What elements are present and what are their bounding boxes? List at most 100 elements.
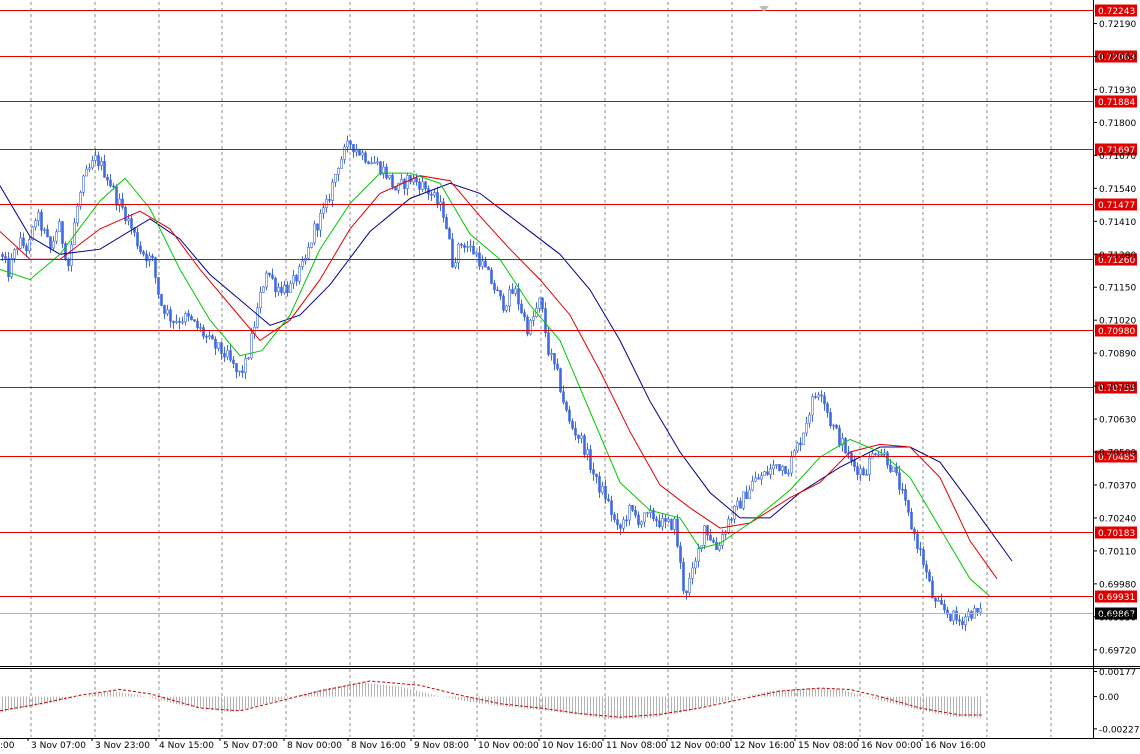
candle-body [325,199,328,209]
candle-body [289,283,292,293]
candle-body [148,255,151,262]
candle-body [223,353,226,358]
candle-body [865,474,868,476]
candle-body [100,161,103,166]
candle-body [211,335,214,340]
candle-body [181,321,184,324]
y-tick-label: 0.72060 [1099,53,1136,63]
candle-body [586,449,589,455]
candle-body [352,144,355,153]
candle-body [949,614,952,621]
candle-body [151,255,154,258]
candle-body [967,611,970,618]
candle-body [160,294,163,306]
candle-body [844,438,847,454]
candle-body [898,472,901,490]
candle-body [829,412,832,426]
candle-body [697,548,700,562]
candle-body [529,320,532,335]
candle-body [919,548,922,550]
candle-body [508,289,511,307]
candle-body [721,534,724,546]
candle-body [799,442,802,446]
candle-body [622,519,625,529]
candle-body [415,177,418,183]
candle-body [742,491,745,509]
candle-body [808,414,811,424]
candle-body [940,600,943,605]
candle-body [127,218,130,221]
candle-body [67,258,70,266]
candle-body [115,186,118,206]
candle-body [109,179,112,187]
candle-body [184,313,187,323]
candle-body [466,246,469,248]
candle-body [232,359,235,364]
candle-body [361,152,364,156]
x-tick-label: 8 Nov 00:00 [287,741,342,751]
candle-body [928,571,931,582]
y-tick-label: 0.71020 [1099,317,1136,327]
candle-body [85,168,88,177]
candle-body [703,525,706,546]
candle-body [541,297,544,309]
candle-body [619,524,622,529]
y-tick-label: 0.71410 [1099,218,1136,228]
candle-body [616,519,619,526]
y-tick-label: 0.69980 [1099,580,1136,590]
candle-body [832,424,835,427]
candle-body [901,489,904,491]
candle-body [769,468,772,475]
candle-body [295,275,298,282]
candle-body [454,262,457,268]
candle-body [235,363,238,373]
candle-body [706,525,709,536]
candle-body [139,245,142,252]
level-label: 0.69931 [1098,593,1135,603]
candle-body [688,577,691,594]
candle-body [766,471,769,475]
candle-body [346,140,349,148]
candle-body [922,549,925,566]
candle-body [355,149,358,153]
candle-body [391,174,394,188]
candle-body [694,560,697,569]
candle-body [484,260,487,268]
candle-body [532,316,535,321]
price-chart[interactable]: 0.722430.720630.718840.716970.714770.712… [0,0,1140,754]
candle-body [349,140,352,145]
candle-body [259,291,262,309]
x-tick-label: 12 Nov 00:00 [670,741,731,751]
candle-body [46,229,49,238]
candle-body [664,518,667,522]
candle-body [205,335,208,338]
candle-body [226,350,229,358]
x-tick-label: 5 Nov 07:00 [223,741,278,751]
candle-body [76,205,79,224]
candle-body [571,420,574,429]
candle-body [298,266,301,282]
candle-body [169,309,172,322]
candle-body [493,283,496,291]
candle-body [43,229,46,231]
candle-body [37,211,40,221]
candle-body [409,175,412,183]
candle-body [790,456,793,474]
candle-body [496,289,499,292]
candle-body [439,201,442,205]
candle-body [403,179,406,189]
candle-body [280,286,283,293]
candle-body [301,260,304,267]
candle-body [193,319,196,322]
candle-body [1,253,4,257]
candle-body [811,396,814,416]
candle-body [646,512,649,514]
candle-body [424,181,427,190]
candle-body [835,424,838,429]
candle-body [964,616,967,625]
candle-body [451,238,454,268]
candle-body [328,199,331,201]
candle-body [307,247,310,259]
y-tick-label: 0.71280 [1099,251,1136,261]
candle-body [475,252,478,255]
